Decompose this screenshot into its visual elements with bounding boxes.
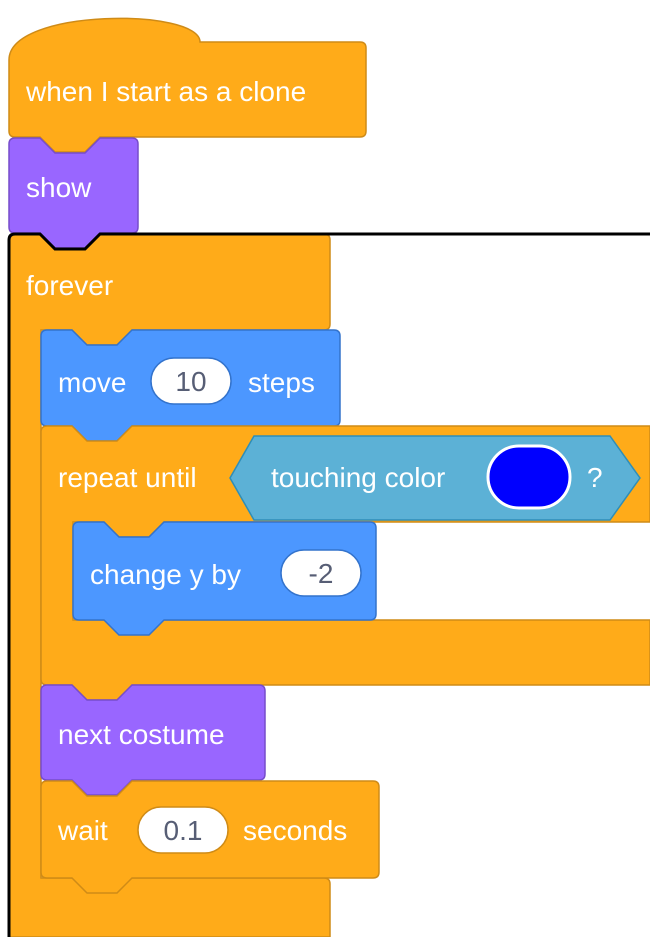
wait-seconds-value: 0.1 (164, 815, 203, 846)
change-y-value: -2 (309, 558, 334, 589)
steps-label: steps (248, 367, 315, 398)
wait-seconds-block[interactable]: wait 0.1 seconds (40, 780, 380, 894)
color-swatch-icon[interactable] (486, 444, 572, 510)
touching-color-block[interactable]: touching color ? (229, 435, 641, 521)
touching-color-label: touching color (271, 462, 445, 493)
hat-label: when I start as a clone (25, 76, 306, 107)
wait-label: wait (57, 815, 108, 846)
when-i-start-as-a-clone-block[interactable]: when I start as a clone (8, 17, 367, 153)
move-steps-block[interactable]: move 10 steps (40, 329, 341, 442)
move-label: move (58, 367, 126, 398)
change-y-block[interactable]: change y by -2 (72, 521, 377, 636)
question-mark: ? (587, 462, 603, 493)
seconds-label: seconds (243, 815, 347, 846)
show-label: show (26, 172, 92, 203)
next-costume-block[interactable]: next costume (40, 684, 266, 796)
next-costume-label: next costume (58, 719, 225, 750)
show-block[interactable]: show (8, 137, 139, 249)
script-canvas: when I start as a clone show forever mov… (7, 17, 650, 937)
forever-label: forever (26, 270, 113, 301)
change-y-label: change y by (90, 559, 241, 590)
repeat-until-label: repeat until (58, 462, 197, 493)
move-steps-value: 10 (175, 366, 206, 397)
